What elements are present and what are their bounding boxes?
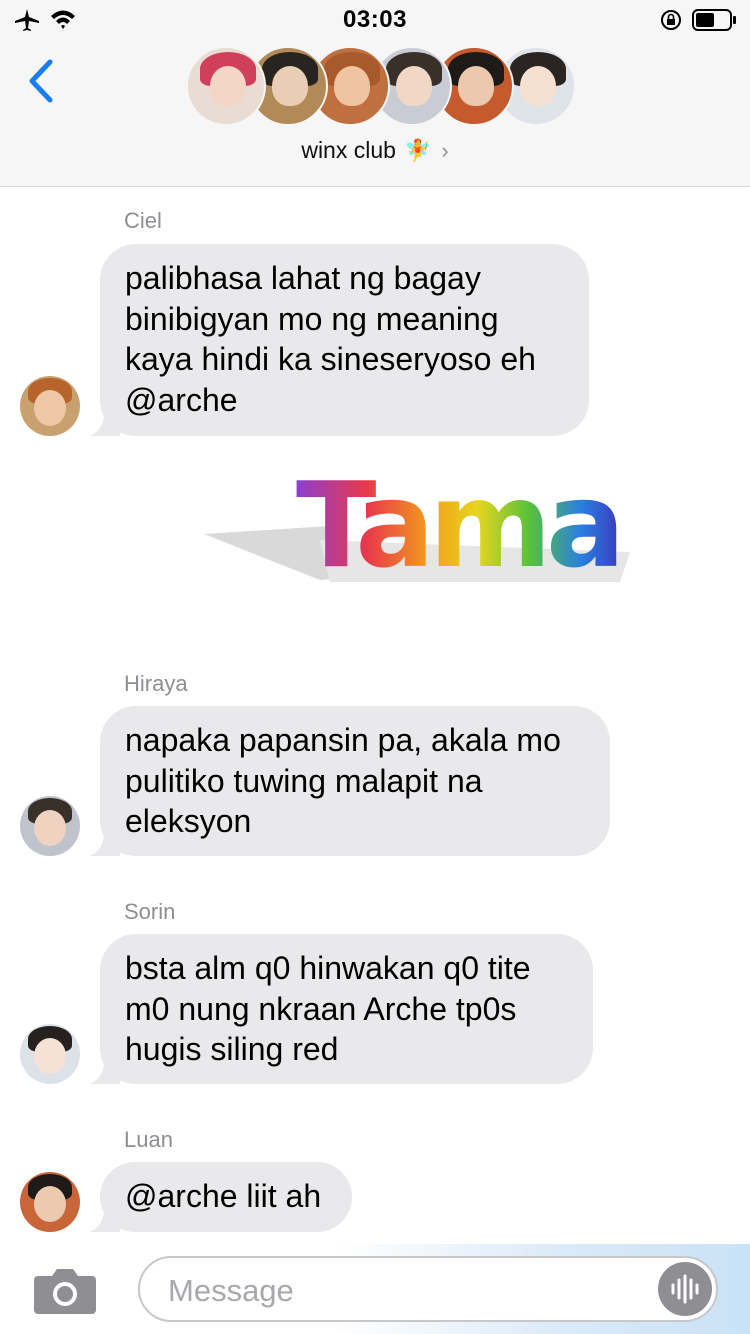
group-member-avatar <box>186 46 266 126</box>
sticker-text: Tama <box>296 456 625 594</box>
fairy-emoji-icon: 🧚 <box>403 138 432 163</box>
sticker-image[interactable]: Tama <box>200 460 640 600</box>
sender-name: Hiraya <box>124 671 188 696</box>
group-name-button[interactable]: winx club 🧚 › <box>0 137 750 164</box>
chevron-left-icon <box>29 59 53 103</box>
audio-record-button[interactable] <box>658 1262 712 1316</box>
sender-avatar[interactable] <box>20 796 80 856</box>
message-bubble[interactable]: napaka papansin pa, akala mo pulitiko tu… <box>90 706 610 856</box>
status-time: 03:03 <box>343 6 407 33</box>
group-avatars[interactable] <box>186 46 576 130</box>
audio-waveform-icon <box>671 1274 699 1304</box>
status-bar: 03:03 <box>0 0 750 40</box>
sender-avatar[interactable] <box>20 1172 80 1232</box>
group-name: winx club <box>301 137 396 163</box>
message-field[interactable] <box>138 1256 718 1322</box>
message-input-bar <box>0 1244 750 1334</box>
message-bubble[interactable]: bsta alm q0 hinwakan q0 tite m0 nung nkr… <box>90 934 593 1084</box>
bubble-tail <box>90 408 120 436</box>
bubble-tail <box>90 1204 120 1232</box>
camera-icon <box>34 1269 96 1314</box>
chevron-right-icon: › <box>441 138 449 163</box>
back-button[interactable] <box>24 56 60 106</box>
battery-icon <box>692 9 736 31</box>
message-bubble[interactable]: palibhasa lahat ng bagay binibigyan mo n… <box>90 244 589 436</box>
camera-button[interactable] <box>32 1266 98 1316</box>
orientation-lock-icon <box>661 10 681 30</box>
sender-avatar[interactable] <box>20 376 80 436</box>
sender-name: Luan <box>124 1127 173 1152</box>
sender-name: Sorin <box>124 899 176 924</box>
bubble-tail <box>90 828 120 856</box>
message-input[interactable] <box>166 1268 640 1314</box>
sender-name: Ciel <box>124 208 162 233</box>
message-text: @arche liit ah <box>125 1178 322 1214</box>
sender-avatar[interactable] <box>20 1024 80 1084</box>
message-text: palibhasa lahat ng bagay binibigyan mo n… <box>125 260 536 418</box>
message-text: napaka papansin pa, akala mo pulitiko tu… <box>125 722 561 839</box>
message-text: bsta alm q0 hinwakan q0 tite m0 nung nkr… <box>125 950 531 1067</box>
bubble-tail <box>90 1056 120 1084</box>
message-bubble[interactable]: @arche liit ah <box>90 1162 352 1232</box>
